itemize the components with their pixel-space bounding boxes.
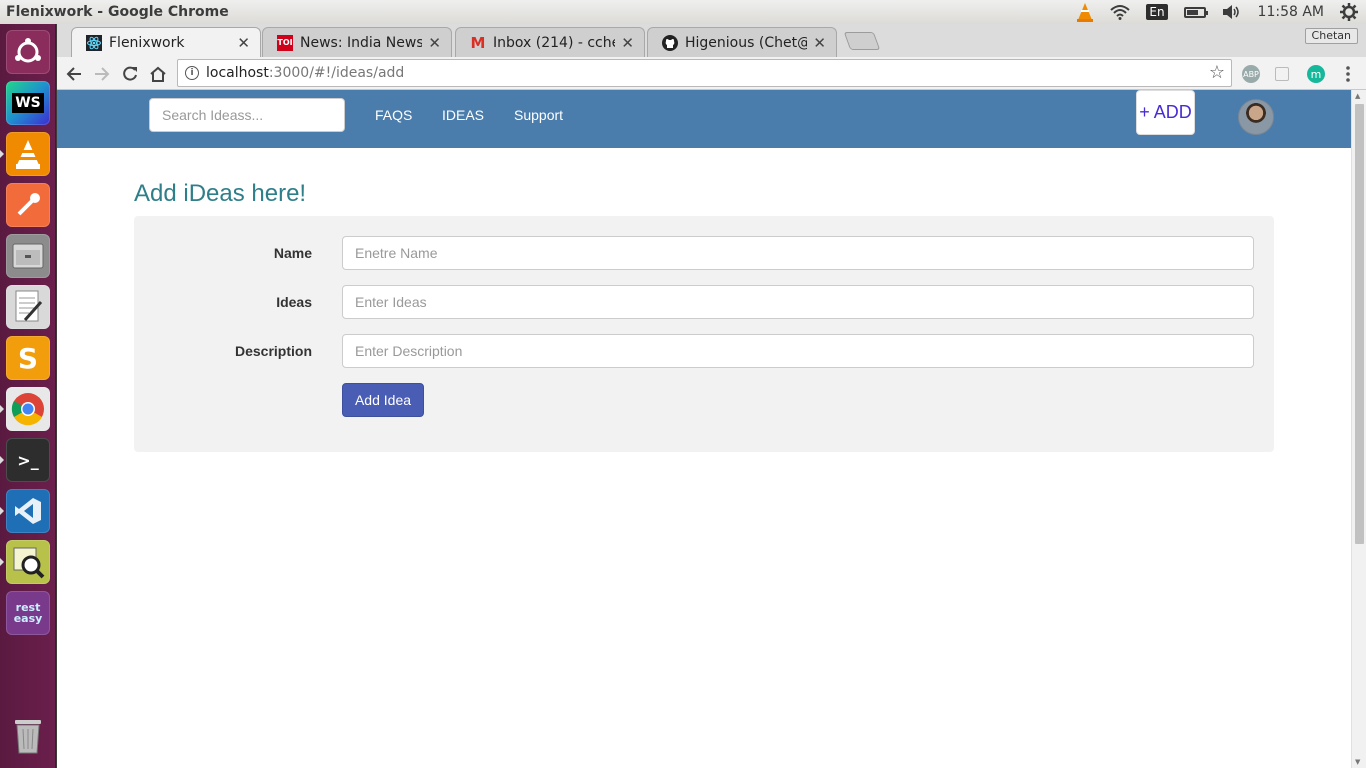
search-input[interactable] [149, 98, 345, 132]
webstorm-icon[interactable]: WS [6, 81, 50, 125]
tab-title: Higenious (Chet@n [685, 34, 808, 51]
description-label: Description [234, 343, 312, 359]
browser-tab[interactable]: M Inbox (214) - ccheta ✕ [455, 27, 645, 57]
running-indicator [0, 456, 4, 464]
reload-icon [123, 66, 137, 81]
unity-launcher: WS S >_rest easy [0, 24, 56, 768]
system-top-panel: Flenixwork - Google Chrome En 11:58 AM [0, 0, 1366, 24]
bookmark-star-icon[interactable]: ☆ [1209, 62, 1225, 83]
launcher-label: >_ [17, 450, 39, 470]
browser-tab[interactable]: Higenious (Chet@n ✕ [647, 27, 837, 57]
clock[interactable]: 11:58 AM [1250, 0, 1332, 24]
extension-icon[interactable] [1275, 67, 1289, 81]
page-viewport: FAQS IDEAS Support + ADD Add iDeas here!… [57, 90, 1351, 768]
close-icon[interactable]: ✕ [428, 34, 441, 52]
tab-strip: Flenixwork ✕ TOI News: India News, L ✕ M Inbox… [57, 24, 1366, 57]
profile-badge[interactable]: Chetan [1304, 28, 1358, 44]
close-icon[interactable]: ✕ [621, 34, 634, 52]
scroll-up-arrow[interactable]: ▲ [1355, 92, 1360, 100]
search-tool-icon[interactable] [6, 540, 50, 584]
trash-icon[interactable] [6, 714, 50, 758]
add-idea-button[interactable]: Add Idea [342, 383, 424, 417]
page-title: Add iDeas here! [134, 180, 307, 207]
reload-button[interactable] [117, 61, 143, 87]
browser-toolbar: i localhost:3000/#!/ideas/add ☆ ABP m [57, 57, 1366, 90]
add-button[interactable]: + ADD [1136, 90, 1195, 135]
page-scrollbar[interactable]: ▲ ▼ [1351, 90, 1366, 768]
text-editor-icon[interactable] [6, 285, 50, 329]
resteasy-icon[interactable]: rest easy [6, 591, 50, 635]
name-field[interactable] [342, 236, 1254, 270]
scroll-down-arrow[interactable]: ▼ [1355, 758, 1360, 766]
keyboard-layout-indicator[interactable]: En [1138, 0, 1175, 24]
gear-icon[interactable] [1332, 0, 1366, 24]
files-icon[interactable] [6, 234, 50, 278]
window-title: Flenixwork - Google Chrome [6, 4, 229, 20]
browser-tab[interactable]: TOI News: India News, L ✕ [262, 27, 452, 57]
react-icon [86, 34, 102, 51]
chrome-window: Flenixwork ✕ TOI News: India News, L ✕ M Inbox… [57, 24, 1366, 768]
back-button[interactable] [61, 61, 87, 87]
vlc-icon[interactable] [6, 132, 50, 176]
avatar[interactable] [1238, 99, 1274, 135]
battery-icon[interactable] [1176, 0, 1214, 24]
close-icon[interactable]: ✕ [813, 34, 826, 52]
vlc-tray-icon[interactable] [1068, 0, 1102, 24]
sublime-text-icon[interactable]: S [6, 336, 50, 380]
arrow-left-icon [66, 67, 81, 81]
url-path: :3000/#!/ideas/add [268, 65, 405, 81]
tab-title: Flenixwork [109, 34, 185, 51]
url-host: localhost [206, 65, 269, 81]
description-field[interactable] [342, 334, 1254, 368]
running-indicator [0, 507, 4, 515]
kebab-menu-icon [1346, 66, 1350, 82]
m-extension-icon[interactable]: m [1307, 65, 1325, 83]
running-indicator [0, 150, 4, 158]
ubuntu-dash-icon[interactable] [6, 30, 50, 74]
running-indicator [0, 558, 4, 566]
adblock-plus-icon[interactable]: ABP [1242, 65, 1260, 83]
launcher-label: WS [12, 93, 44, 113]
volume-icon[interactable] [1214, 0, 1250, 24]
arrow-right-icon [95, 67, 110, 81]
tab-title: News: India News, L [300, 34, 422, 51]
github-icon [662, 34, 678, 51]
vscode-icon[interactable] [6, 489, 50, 533]
nav-link-ideas[interactable]: IDEAS [442, 107, 484, 123]
browser-tab[interactable]: Flenixwork ✕ [71, 27, 261, 57]
terminal-icon[interactable]: >_ [6, 438, 50, 482]
nav-link-faqs[interactable]: FAQS [375, 107, 412, 123]
new-tab-button[interactable] [843, 32, 881, 50]
home-button[interactable] [145, 61, 171, 87]
system-tray: En 11:58 AM [1068, 0, 1366, 24]
name-label: Name [273, 245, 312, 261]
tab-title: Inbox (214) - ccheta [493, 34, 615, 51]
app-navbar: FAQS IDEAS Support + ADD [57, 90, 1351, 148]
ideas-label: Ideas [276, 294, 312, 310]
chrome-icon[interactable] [6, 387, 50, 431]
launcher-label: rest easy [13, 601, 43, 625]
forward-button[interactable] [89, 61, 115, 87]
add-idea-form: Name Ideas Description Add Idea [134, 216, 1274, 452]
gmail-icon: M [470, 33, 486, 52]
ideas-field[interactable] [342, 285, 1254, 319]
toi-icon: TOI [277, 34, 293, 51]
info-icon[interactable]: i [185, 66, 199, 80]
scroll-thumb[interactable] [1355, 104, 1364, 544]
address-bar[interactable]: i localhost:3000/#!/ideas/add ☆ [177, 59, 1232, 87]
postman-icon[interactable] [6, 183, 50, 227]
close-icon[interactable]: ✕ [237, 34, 250, 52]
chrome-menu-button[interactable] [1335, 61, 1361, 87]
launcher-label: S [17, 341, 39, 375]
home-icon [150, 66, 166, 82]
wifi-icon[interactable] [1102, 0, 1138, 24]
nav-link-support[interactable]: Support [514, 107, 563, 123]
running-indicator [0, 405, 4, 413]
